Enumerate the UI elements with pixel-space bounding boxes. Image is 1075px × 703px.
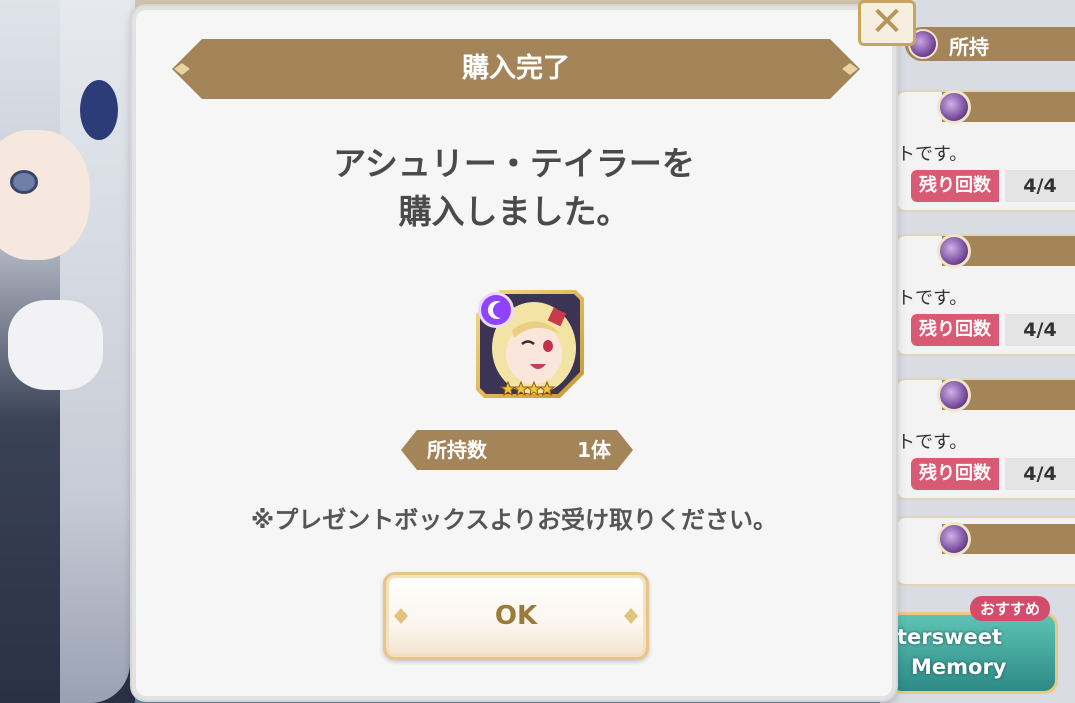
remain-badge: 残り回数: [911, 314, 999, 346]
remain-count: 4/4: [1005, 170, 1075, 202]
shop-item-card[interactable]: トです。 残り回数 4/4: [895, 234, 1075, 356]
shop-item-card[interactable]: トです。 残り回数 4/4: [895, 378, 1075, 500]
banner-title-line1: tersweet: [897, 625, 1003, 649]
character-portrait: [474, 288, 586, 400]
character-eye: [10, 170, 38, 194]
recommend-badge: おすすめ: [970, 596, 1051, 621]
present-box-note: ※プレゼントボックスよりお受け取りください。: [250, 506, 778, 534]
dialog-title-banner: 購入完了: [172, 39, 860, 99]
character-face: [0, 130, 90, 260]
purchase-message: アシュリー・テイラーを 購入しました。: [132, 140, 896, 236]
background-character: [0, 0, 135, 703]
owned-count-pill: 所持数 1体: [401, 430, 633, 470]
item-description: トです。: [897, 432, 968, 453]
gem-icon: [937, 234, 971, 268]
ok-button-label: OK: [494, 601, 538, 631]
remain-badge: 残り回数: [911, 458, 999, 490]
gem-icon: [937, 90, 971, 124]
message-line-2: 購入しました。: [398, 192, 630, 231]
owned-count-label: 所持数: [427, 438, 487, 462]
shop-item-card[interactable]: [895, 516, 1075, 586]
close-button[interactable]: ✕: [858, 0, 916, 46]
remain-count: 4/4: [1005, 458, 1075, 490]
gem-icon: [937, 522, 971, 556]
item-description: トです。: [897, 288, 968, 309]
hair-rose-ornament: [80, 80, 118, 140]
dialog-title: 購入完了: [462, 53, 570, 84]
shop-item-card[interactable]: トです。 残り回数 4/4: [895, 90, 1075, 212]
remain-badge: 残り回数: [911, 170, 999, 202]
owned-header: 所持: [905, 27, 1075, 61]
owned-header-label: 所持: [949, 35, 989, 59]
item-description: トです。: [897, 144, 968, 165]
owned-count-value: 1体: [577, 438, 611, 462]
close-icon: ✕: [870, 0, 904, 45]
remain-count: 4/4: [1005, 314, 1075, 346]
event-banner[interactable]: tersweet Memory: [888, 612, 1058, 694]
character-hands: [8, 300, 103, 390]
ok-button[interactable]: OK: [383, 572, 649, 660]
gem-icon: [937, 378, 971, 412]
message-line-1: アシュリー・テイラーを: [333, 144, 695, 183]
banner-title-line2: Memory: [911, 655, 1007, 679]
